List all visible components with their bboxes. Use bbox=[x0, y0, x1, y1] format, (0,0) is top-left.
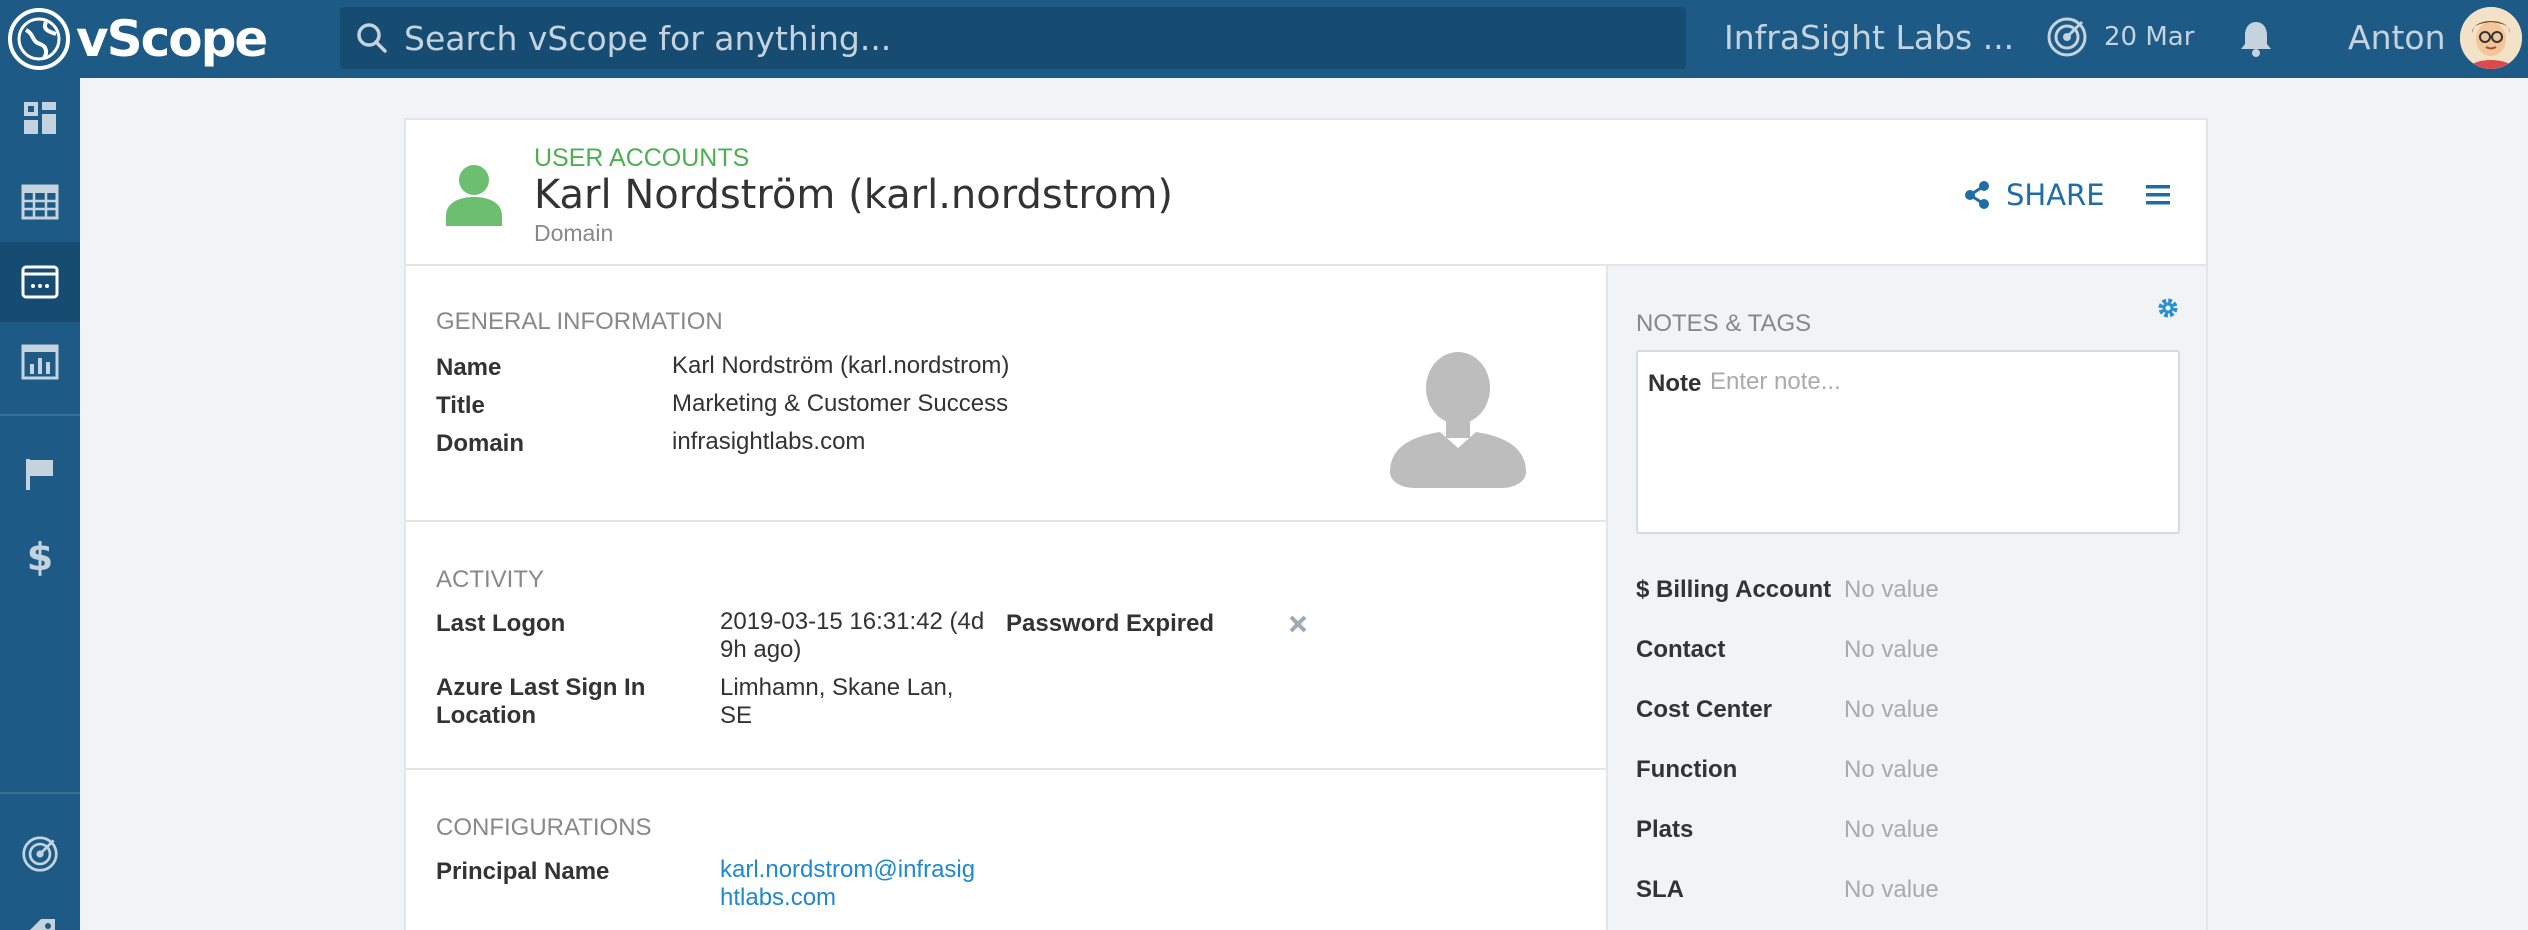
domain-label: Domain bbox=[436, 430, 525, 457]
top-bar: vScope Search vScope for anything... Inf… bbox=[0, 0, 2528, 78]
name-label: Name bbox=[436, 354, 502, 381]
sidebar-item-discovery[interactable] bbox=[0, 814, 80, 894]
function-value[interactable]: No value bbox=[1844, 756, 1939, 784]
page-subtitle: Domain bbox=[534, 220, 614, 246]
dollar-icon: $ bbox=[27, 536, 53, 576]
contact-value[interactable]: No value bbox=[1844, 636, 1939, 664]
user-account-card: USER ACCOUNTS Karl Nordström (karl.nords… bbox=[404, 118, 2208, 930]
share-label: SHARE bbox=[2006, 178, 2105, 212]
last-logon-value-line: 9h ago) bbox=[720, 636, 802, 663]
globe-icon bbox=[8, 8, 70, 70]
principal-name-label: Principal Name bbox=[436, 858, 610, 885]
card-header: USER ACCOUNTS Karl Nordström (karl.nords… bbox=[406, 120, 2206, 266]
billing-account-value[interactable]: No value bbox=[1844, 576, 1939, 604]
share-button[interactable]: SHARE bbox=[1964, 178, 2105, 212]
sidebar-item-tags[interactable] bbox=[0, 894, 80, 930]
principal-name-link[interactable]: karl.nordstrom@infrasig htlabs.com bbox=[720, 856, 975, 912]
azure-sign-in-label-line: Azure Last Sign In bbox=[436, 674, 646, 701]
contact-label: Contact bbox=[1636, 636, 1726, 663]
principal-name-line[interactable]: htlabs.com bbox=[720, 884, 975, 912]
notes-tags-panel: NOTES & TAGS Note $ Billing Account No v… bbox=[1606, 266, 2206, 930]
x-mark-icon bbox=[1289, 615, 1307, 633]
section-title: GENERAL INFORMATION bbox=[436, 308, 723, 335]
sidebar-divider bbox=[0, 792, 80, 794]
vscope-logo[interactable]: vScope bbox=[8, 6, 268, 72]
general-information-section: GENERAL INFORMATION Name Karl Nordström … bbox=[406, 266, 1606, 522]
search-icon bbox=[357, 23, 387, 53]
cost-center-label: Cost Center bbox=[1636, 696, 1773, 723]
cost-center-value[interactable]: No value bbox=[1844, 696, 1939, 724]
note-input[interactable] bbox=[1710, 362, 2170, 402]
azure-sign-in-value-line: Limhamn, Skane Lan, bbox=[720, 674, 954, 701]
table-icon bbox=[21, 184, 59, 220]
name-value: Karl Nordström (karl.nordstrom) bbox=[672, 352, 1010, 379]
azure-sign-in-label-line: Location bbox=[436, 702, 536, 729]
svg-text:$: $ bbox=[27, 536, 53, 576]
page-title: Karl Nordström (karl.nordstrom) bbox=[534, 172, 1174, 218]
plats-value[interactable]: No value bbox=[1844, 816, 1939, 844]
configurations-section: CONFIGURATIONS Principal Name karl.nords… bbox=[406, 770, 1606, 930]
billing-account-label: $ Billing Account bbox=[1636, 576, 1832, 603]
sidebar-item-tables[interactable] bbox=[0, 162, 80, 242]
window-icon bbox=[21, 265, 59, 299]
section-title: ACTIVITY bbox=[436, 566, 545, 593]
category-label[interactable]: USER ACCOUNTS bbox=[534, 144, 749, 173]
user-name[interactable]: Anton bbox=[2348, 18, 2446, 57]
sidebar-item-reports[interactable] bbox=[0, 322, 80, 402]
dashboard-icon bbox=[24, 102, 56, 134]
last-logon-label: Last Logon bbox=[436, 610, 566, 637]
sidebar-divider bbox=[0, 414, 80, 416]
logo-text: vScope bbox=[76, 10, 268, 68]
search-input[interactable]: Search vScope for anything... bbox=[404, 19, 891, 58]
user-silhouette-icon bbox=[1390, 352, 1526, 488]
user-icon bbox=[446, 165, 502, 226]
date-display: 20 Mar bbox=[2104, 22, 2195, 52]
sla-value[interactable]: No value bbox=[1844, 876, 1939, 904]
radar-icon bbox=[22, 836, 58, 872]
search-bar[interactable]: Search vScope for anything... bbox=[340, 7, 1686, 69]
share-icon bbox=[1965, 181, 1989, 209]
avatar[interactable] bbox=[2460, 7, 2522, 69]
sidebar-item-flags[interactable] bbox=[0, 434, 80, 514]
last-logon-value: 2019-03-15 16:31:42 (4d 9h ago) bbox=[720, 608, 984, 664]
principal-name-line[interactable]: karl.nordstrom@infrasig bbox=[720, 856, 975, 884]
sidebar-item-details[interactable] bbox=[0, 242, 80, 322]
tag-icon bbox=[30, 919, 55, 930]
plats-label: Plats bbox=[1636, 816, 1694, 843]
flag-icon bbox=[26, 459, 53, 490]
bell-icon[interactable] bbox=[2236, 18, 2276, 58]
sla-label: SLA bbox=[1636, 876, 1684, 903]
gear-icon[interactable] bbox=[2156, 296, 2180, 320]
title-value: Marketing & Customer Success bbox=[672, 390, 1009, 417]
section-title: NOTES & TAGS bbox=[1636, 310, 1812, 337]
sidebar-item-dashboard[interactable] bbox=[0, 78, 80, 158]
section-title: CONFIGURATIONS bbox=[436, 814, 652, 841]
radar-icon[interactable] bbox=[2046, 16, 2088, 58]
hamburger-menu-icon[interactable] bbox=[2144, 182, 2172, 208]
note-field[interactable]: Note bbox=[1636, 350, 2180, 534]
title-label: Title bbox=[436, 392, 485, 419]
azure-sign-in-label: Azure Last Sign In Location bbox=[436, 674, 645, 730]
note-label: Note bbox=[1648, 370, 1702, 397]
password-expired-label: Password Expired bbox=[1006, 610, 1215, 637]
bar-chart-icon bbox=[21, 344, 59, 380]
azure-sign-in-value: Limhamn, Skane Lan, SE bbox=[720, 674, 953, 730]
organization-selector[interactable]: InfraSight Labs ... bbox=[1724, 18, 2014, 57]
azure-sign-in-value-line: SE bbox=[720, 702, 753, 729]
sidebar: $ bbox=[0, 78, 80, 930]
sidebar-item-costs[interactable]: $ bbox=[0, 516, 80, 596]
domain-value: infrasightlabs.com bbox=[672, 428, 866, 455]
last-logon-value-line: 2019-03-15 16:31:42 (4d bbox=[720, 608, 985, 635]
activity-section: ACTIVITY Last Logon 2019-03-15 16:31:42 … bbox=[406, 522, 1606, 770]
function-label: Function bbox=[1636, 756, 1738, 783]
